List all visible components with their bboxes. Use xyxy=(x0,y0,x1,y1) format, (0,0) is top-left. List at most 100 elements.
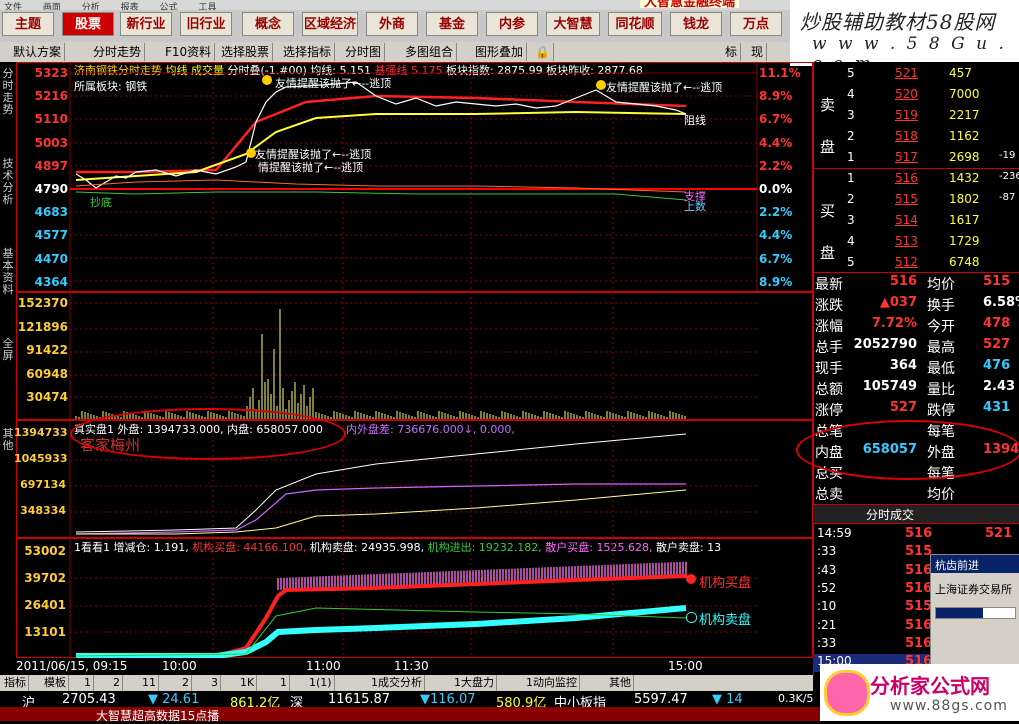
toolbar-button-foreign[interactable]: 外商 xyxy=(366,12,418,36)
menu-item[interactable]: 报表 xyxy=(121,3,139,10)
watermark-logo: 分析家公式网 www.88gs.com xyxy=(820,664,1019,721)
stat-label: 最高 xyxy=(927,340,955,356)
stat-value: 364 xyxy=(889,358,917,373)
subtool-timeshare[interactable]: 分时走势 xyxy=(90,43,146,61)
legend-sell-label: 机构卖盘 xyxy=(699,613,752,628)
book-volume: 2698 xyxy=(949,150,980,164)
bottom-tab[interactable]: 1大盘力 xyxy=(452,675,497,691)
subtool-timechart[interactable]: 分时图 xyxy=(342,43,386,61)
alert-annotation: 友情提醒该抛了←--逃顶 xyxy=(275,77,392,90)
buy-row[interactable]: 4 513 1729 xyxy=(813,234,1019,255)
toolbar-button-qianlong[interactable]: 钱龙 xyxy=(670,12,722,36)
price-y-label: 5110 xyxy=(34,112,68,127)
time-axis-date: 2011/06/15, 09:15 xyxy=(16,659,128,673)
menu-item[interactable]: 分析 xyxy=(82,3,100,10)
ad-text[interactable]: 大智慧金融终端 xyxy=(640,0,740,8)
subtool-select-stock[interactable]: 选择股票 xyxy=(218,43,274,61)
bottom-tab[interactable]: 1K xyxy=(238,675,258,691)
left-tab-timeshare[interactable]: 分时走势 xyxy=(1,68,15,116)
toolbar-button-fund[interactable]: 基金 xyxy=(426,12,478,36)
stat-label: 均价 xyxy=(927,277,955,293)
volume-chart-svg xyxy=(69,292,757,420)
subtool-current[interactable]: 现 xyxy=(748,43,768,61)
toolbar-button-theme[interactable]: 主题 xyxy=(2,12,54,36)
toolbar-button-concept[interactable]: 概念 xyxy=(242,12,294,36)
bottom-tab[interactable]: 1 xyxy=(82,675,94,691)
bottom-tab[interactable]: 3 xyxy=(209,675,221,691)
bottom-tab[interactable]: 1 xyxy=(278,675,290,691)
subtool-multichart[interactable]: 多图组合 xyxy=(402,43,458,61)
menu-item[interactable]: 文件 xyxy=(4,3,22,10)
subtool-select-indicator[interactable]: 选择指标 xyxy=(280,43,336,61)
book-level: 2 xyxy=(847,129,855,143)
book-level: 5 xyxy=(847,66,855,80)
subtool-mark[interactable]: 标 xyxy=(722,43,742,61)
bottom-tab[interactable]: 1成交分析 xyxy=(369,675,425,691)
toolbar-button-new-industry[interactable]: 新行业 xyxy=(120,12,172,36)
left-tab-other[interactable]: 其他 xyxy=(1,428,15,452)
subtool-default-plan[interactable]: 默认方案 xyxy=(10,43,66,61)
bottom-tab[interactable]: 2 xyxy=(111,675,123,691)
bottom-tab[interactable]: 其他 xyxy=(607,675,634,691)
line-label-bottom: 抄底 xyxy=(90,196,112,209)
bottom-tab[interactable]: 模板 xyxy=(42,675,69,691)
trade-volume: 521 xyxy=(985,526,1013,541)
buy-row[interactable]: 3 514 1617 xyxy=(813,213,1019,234)
bottom-tab[interactable]: 2 xyxy=(180,675,192,691)
outer-volume-line xyxy=(75,433,687,533)
lock-icon[interactable]: 🔒 xyxy=(532,43,554,61)
popup-window[interactable]: 杭齿前进 上海证券交易所 xyxy=(930,554,1019,666)
stat-label: 换手 xyxy=(927,298,955,314)
stat-value: 527 xyxy=(983,337,1011,352)
left-tab-technical[interactable]: 技术分析 xyxy=(1,158,15,206)
left-tab-basic[interactable]: 基本资料 xyxy=(1,248,15,296)
book-level: 2 xyxy=(847,192,855,206)
sell-row[interactable]: 4 520 7000 xyxy=(813,87,1019,108)
bottom-tab[interactable]: 11 xyxy=(140,675,159,691)
line-label-upper: 上数 xyxy=(684,200,706,213)
subtool-overlay[interactable]: 图形叠加 xyxy=(472,43,528,61)
left-tab-fullscreen[interactable]: 全屏 xyxy=(1,338,15,362)
stat-value: 6.58% xyxy=(983,295,1019,310)
sell-row[interactable]: 3 519 2217 xyxy=(813,108,1019,129)
menu-item[interactable]: 画面 xyxy=(43,3,61,10)
bottom-tab[interactable]: 1动向监控 xyxy=(524,675,580,691)
book-level: 1 xyxy=(847,171,855,185)
book-price: 521 xyxy=(895,66,918,80)
stat-label: 量比 xyxy=(927,382,955,398)
toolbar-button-ths[interactable]: 同花顺 xyxy=(608,12,662,36)
buy-row[interactable]: 1 516 1432 -236 xyxy=(813,171,1019,192)
price-y-label: 5216 xyxy=(34,89,68,104)
toolbar-button-wandian[interactable]: 万点 xyxy=(730,12,782,36)
subtool-f10[interactable]: F10资料 xyxy=(162,43,216,61)
price-chart-svg xyxy=(69,62,758,292)
stat-row: 总手 2052790 最高 527 xyxy=(813,337,1019,358)
toolbar-button-dzh[interactable]: 大智慧 xyxy=(546,12,600,36)
trade-time: 14:59 xyxy=(817,526,852,540)
toolbar-button-region[interactable]: 区域经济 xyxy=(302,12,358,36)
legend-sell-dot xyxy=(686,612,697,623)
sell-row[interactable]: 2 518 1162 xyxy=(813,129,1019,150)
inner-volume-line xyxy=(75,483,686,535)
price-y-right-label: 11.1% xyxy=(759,66,801,80)
book-volume: 1617 xyxy=(949,213,980,227)
inst-y-label: 39702 xyxy=(24,571,66,585)
buy-row[interactable]: 2 515 1802 -87 xyxy=(813,192,1019,213)
status-sz-index: 11615.87 xyxy=(328,692,391,707)
bottom-tab[interactable]: 1(1) xyxy=(307,675,335,691)
price-y-right-label: 4.4% xyxy=(759,135,793,150)
menu-item[interactable]: 工具 xyxy=(198,3,216,10)
status-sh-change: ▼ 24.61 xyxy=(148,692,200,707)
price-y-right-label: 8.9% xyxy=(759,89,793,104)
trades-header[interactable]: 分时成交 xyxy=(866,506,914,523)
toolbar-button-stock[interactable]: 股票 xyxy=(62,12,114,36)
bottom-tab[interactable]: 指标 xyxy=(2,675,29,691)
sell-row[interactable]: 5 521 457 xyxy=(813,66,1019,87)
book-level: 1 xyxy=(847,150,855,164)
orange-line xyxy=(75,179,687,193)
menu-item[interactable]: 公式 xyxy=(160,3,178,10)
time-tick: 11:30 xyxy=(394,659,429,673)
toolbar-button-old-industry[interactable]: 旧行业 xyxy=(180,12,232,36)
toolbar-button-insider[interactable]: 内参 xyxy=(486,12,538,36)
legend-buy-label: 机构买盘 xyxy=(699,576,752,591)
